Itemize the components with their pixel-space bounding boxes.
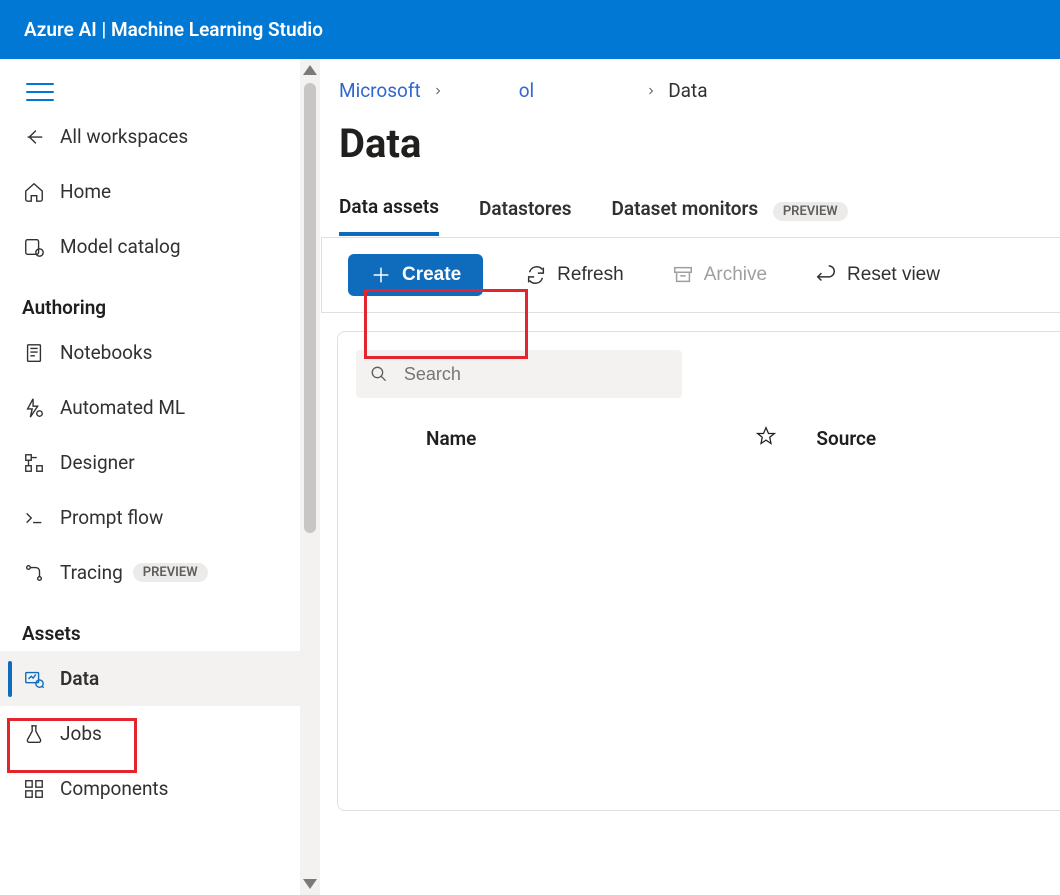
reset-view-button[interactable]: Reset view: [809, 263, 946, 287]
archive-button: Archive: [666, 263, 773, 287]
create-button[interactable]: Create: [348, 254, 483, 296]
nav-label: All workspaces: [60, 125, 188, 148]
nav-label: Notebooks: [60, 341, 152, 364]
column-source[interactable]: Source: [816, 427, 876, 450]
preview-badge: PREVIEW: [133, 563, 208, 582]
archive-icon: [672, 264, 694, 286]
column-favorite[interactable]: [756, 426, 776, 451]
tab-datastores[interactable]: Datastores: [479, 197, 572, 234]
nav-label: Home: [60, 180, 111, 203]
nav-jobs[interactable]: Jobs: [0, 706, 320, 761]
tabs: Data assets Datastores Dataset monitors …: [339, 195, 1060, 237]
nav-all-workspaces[interactable]: All workspaces: [0, 109, 320, 164]
nav-components[interactable]: Components: [0, 761, 320, 816]
bolt-gear-icon: [22, 396, 46, 420]
breadcrumb-root[interactable]: Microsoft: [339, 79, 421, 102]
nav-tracing[interactable]: Tracing PREVIEW: [0, 545, 320, 600]
breadcrumb: Microsoft ol Data: [339, 79, 1060, 102]
catalog-icon: [22, 235, 46, 259]
undo-icon: [815, 264, 837, 286]
chevron-right-icon: [429, 85, 447, 97]
table-header: Name Source: [356, 426, 1060, 451]
button-label: Create: [402, 264, 461, 286]
tab-dataset-monitors[interactable]: Dataset monitors PREVIEW: [612, 197, 848, 234]
refresh-button[interactable]: Refresh: [519, 263, 630, 287]
nav-label: Components: [60, 777, 168, 800]
page-title: Data: [339, 120, 1060, 167]
tab-label: Dataset monitors: [612, 197, 759, 220]
designer-icon: [22, 451, 46, 475]
scroll-down-icon[interactable]: [303, 879, 317, 889]
nav-notebooks[interactable]: Notebooks: [0, 325, 320, 380]
nav-label: Jobs: [60, 722, 102, 745]
app-shell: All workspaces Home Model catalog Author…: [0, 59, 1060, 895]
nav-designer[interactable]: Designer: [0, 435, 320, 490]
section-authoring: Authoring: [0, 274, 320, 325]
scroll-thumb[interactable]: [304, 83, 316, 533]
home-icon: [22, 180, 46, 204]
nav-label: Tracing: [60, 561, 123, 584]
prompt-flow-icon: [22, 506, 46, 530]
app-header: Azure AI | Machine Learning Studio: [0, 0, 1060, 59]
main-content: Microsoft ol Data Data Data assets Datas…: [321, 59, 1060, 895]
sidebar-scrollbar[interactable]: [300, 59, 320, 895]
chevron-right-icon: [642, 85, 660, 97]
components-icon: [22, 777, 46, 801]
search-icon: [370, 364, 388, 384]
toolbar: Create Refresh Archive Reset view: [321, 237, 1060, 313]
data-panel: Name Source: [337, 331, 1060, 811]
breadcrumb-current: Data: [668, 79, 707, 102]
nav-model-catalog[interactable]: Model catalog: [0, 219, 320, 274]
nav-label: Model catalog: [60, 235, 181, 258]
preview-badge: PREVIEW: [773, 202, 848, 221]
sidebar: All workspaces Home Model catalog Author…: [0, 59, 321, 895]
plus-icon: [370, 264, 392, 286]
nav-label: Data: [60, 667, 99, 690]
nav-label: Prompt flow: [60, 506, 163, 529]
nav-label: Automated ML: [60, 396, 185, 419]
nav-home[interactable]: Home: [0, 164, 320, 219]
breadcrumb-workspace[interactable]: ol: [519, 79, 534, 102]
nav-data[interactable]: Data: [0, 651, 320, 706]
scroll-up-icon[interactable]: [303, 65, 317, 75]
flask-icon: [22, 722, 46, 746]
star-icon: [756, 426, 776, 446]
button-label: Reset view: [847, 264, 940, 286]
tracing-icon: [22, 561, 46, 585]
button-label: Refresh: [557, 264, 624, 286]
arrow-left-icon: [22, 125, 46, 149]
search-box[interactable]: [356, 350, 682, 398]
nav-prompt-flow[interactable]: Prompt flow: [0, 490, 320, 545]
tab-data-assets[interactable]: Data assets: [339, 195, 439, 236]
nav-label: Designer: [60, 451, 135, 474]
column-name[interactable]: Name: [426, 427, 476, 450]
button-label: Archive: [704, 264, 767, 286]
app-title: Azure AI | Machine Learning Studio: [24, 18, 323, 41]
nav-automated-ml[interactable]: Automated ML: [0, 380, 320, 435]
hamburger-menu-icon[interactable]: [26, 83, 54, 101]
notebook-icon: [22, 341, 46, 365]
section-assets: Assets: [0, 600, 320, 651]
refresh-icon: [525, 264, 547, 286]
data-icon: [22, 667, 46, 691]
search-input[interactable]: [402, 363, 668, 386]
